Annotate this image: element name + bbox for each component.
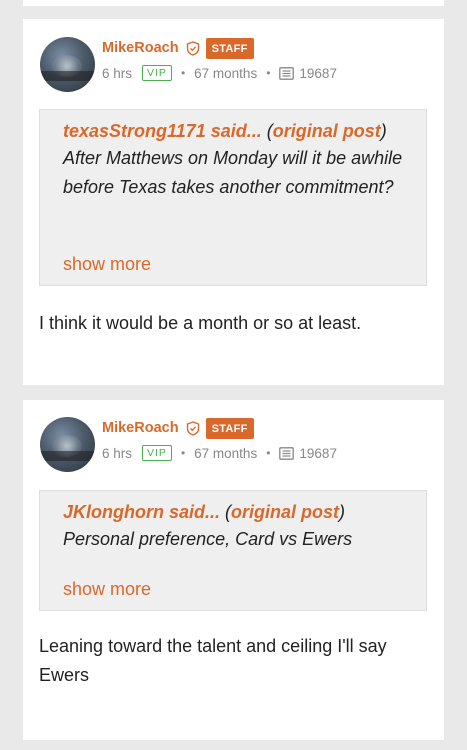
quote-header: JKlonghorn said... (original post)	[63, 499, 403, 525]
avatar[interactable]	[40, 37, 95, 92]
paren-close: )	[380, 121, 387, 141]
post-body: I think it would be a month or so at lea…	[39, 313, 362, 333]
username-link[interactable]: MikeRoach	[102, 420, 179, 436]
previous-post-card	[23, 0, 444, 6]
vip-badge: VIP	[142, 65, 172, 81]
shield-check-icon	[186, 420, 199, 436]
post-body: Leaning toward the talent and ceiling I'…	[39, 636, 387, 685]
quote-header: texasStrong1171 said... (original post)	[63, 118, 403, 144]
avatar-image-band	[40, 451, 95, 461]
quote-text: Personal preference, Card vs Ewers	[63, 529, 353, 549]
forum-post: MikeRoach STAFF 6 hrs VIP • 67 months • …	[23, 19, 444, 385]
vip-badge: VIP	[142, 445, 172, 461]
post-author-line: MikeRoach STAFF	[102, 417, 254, 439]
show-more-link[interactable]: show more	[63, 579, 151, 600]
username-link[interactable]: MikeRoach	[102, 40, 179, 56]
meta-separator: •	[180, 66, 186, 80]
avatar[interactable]	[40, 417, 95, 472]
quoted-author[interactable]: texasStrong1171 said...	[63, 121, 262, 141]
post-meta: 6 hrs VIP • 67 months • 19687	[102, 445, 337, 461]
post-time[interactable]: 6 hrs	[102, 66, 132, 81]
quoted-post: texasStrong1171 said... (original post) …	[39, 109, 427, 286]
original-post-link[interactable]: original post	[231, 502, 339, 522]
show-more-link[interactable]: show more	[63, 254, 151, 275]
post-count: 19687	[299, 445, 337, 461]
quoted-author[interactable]: JKlonghorn said...	[63, 502, 220, 522]
quote-text: After Matthews on Monday will it be awhi…	[63, 148, 403, 197]
shield-check-icon	[186, 40, 199, 56]
member-tenure: 67 months	[194, 445, 258, 461]
post-author-line: MikeRoach STAFF	[102, 37, 254, 59]
meta-separator: •	[266, 66, 271, 80]
post-time[interactable]: 6 hrs	[102, 446, 132, 461]
post-meta: 6 hrs VIP • 67 months • 19687	[102, 65, 337, 81]
forum-post: MikeRoach STAFF 6 hrs VIP • 67 months • …	[23, 400, 444, 740]
original-post-link[interactable]: original post	[273, 121, 381, 141]
paren-close: )	[339, 502, 346, 522]
member-tenure: 67 months	[194, 65, 258, 81]
posts-count-icon	[279, 446, 295, 460]
staff-badge: STAFF	[205, 37, 254, 59]
meta-separator: •	[180, 446, 186, 460]
posts-count-icon	[279, 66, 295, 80]
post-count: 19687	[299, 65, 337, 81]
staff-badge: STAFF	[205, 417, 254, 439]
avatar-image-band	[40, 71, 95, 81]
quoted-post: JKlonghorn said... (original post) Perso…	[39, 490, 427, 611]
meta-separator: •	[266, 446, 271, 460]
